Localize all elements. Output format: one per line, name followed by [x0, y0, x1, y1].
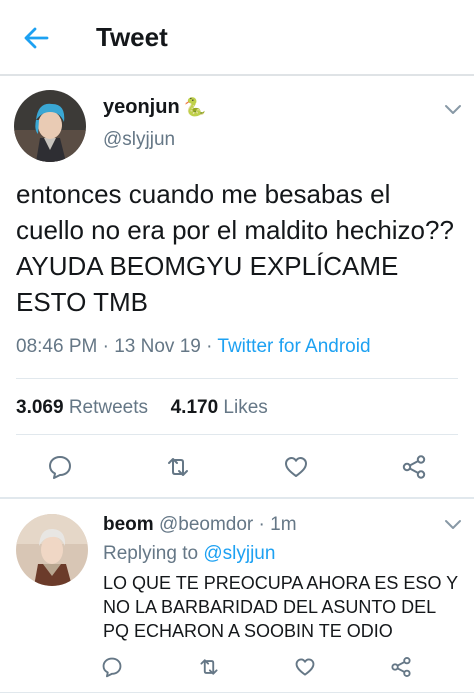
replying-label: Replying to: [103, 543, 199, 564]
heart-icon[interactable]: [294, 656, 316, 678]
chevron-down-icon[interactable]: [444, 104, 462, 116]
replying-to: Replying to @slyjjun: [103, 543, 275, 565]
likes-stat[interactable]: 4.170 Likes: [171, 397, 268, 418]
reply-time: 1m: [270, 514, 297, 535]
tweet-time: 08:46 PM: [16, 336, 98, 357]
heart-icon[interactable]: [283, 454, 309, 480]
reply-handle[interactable]: @beomdor: [159, 514, 253, 535]
retweets-label: Retweets: [68, 397, 149, 418]
share-icon[interactable]: [401, 454, 427, 480]
retweet-icon[interactable]: [198, 656, 220, 678]
reply-header: beom @beomdor · 1m: [103, 514, 297, 536]
tweet-date: 13 Nov 19: [114, 336, 201, 357]
page-title: Tweet: [96, 22, 168, 52]
divider: [16, 378, 458, 379]
author-name-text: yeonjun: [103, 96, 180, 118]
retweets-stat[interactable]: 3.069 Retweets: [16, 397, 148, 418]
comment-icon[interactable]: [101, 656, 123, 678]
meta-separator: ·: [102, 336, 115, 357]
divider: [0, 692, 474, 693]
reply-text: LO QUE TE PREOCUPA AHORA ES ESO Y NO LA …: [103, 573, 458, 641]
tweet-text: entonces cuando me besabas el cuello no …: [16, 179, 454, 317]
arrow-left-icon[interactable]: [22, 24, 50, 52]
divider: [0, 497, 474, 499]
comment-icon[interactable]: [47, 454, 73, 480]
share-icon[interactable]: [390, 656, 412, 678]
replying-to-handle[interactable]: @slyjjun: [203, 543, 275, 564]
retweets-count: 3.069: [16, 397, 64, 418]
avatar[interactable]: [14, 90, 86, 162]
meta-separator: ·: [206, 336, 218, 357]
snake-emoji: 🐍: [183, 97, 207, 117]
tweet-source-link[interactable]: Twitter for Android: [217, 336, 370, 357]
divider: [16, 434, 458, 435]
tweet-metadata: 08:46 PM · 13 Nov 19 · Twitter for Andro…: [16, 336, 371, 358]
reply-avatar[interactable]: [16, 514, 88, 586]
tweet-stats: 3.069 Retweets 4.170 Likes: [16, 397, 268, 419]
likes-count: 4.170: [170, 397, 219, 418]
meta-separator: ·: [258, 514, 271, 535]
reply-display-name[interactable]: beom: [103, 514, 154, 535]
chevron-down-icon[interactable]: [444, 519, 462, 531]
retweet-icon[interactable]: [165, 454, 191, 480]
likes-label: Likes: [223, 397, 268, 418]
author-display-name[interactable]: yeonjun 🐍: [103, 96, 206, 119]
author-handle[interactable]: @slyjjun: [103, 129, 175, 151]
top-bar: Tweet: [0, 0, 474, 76]
